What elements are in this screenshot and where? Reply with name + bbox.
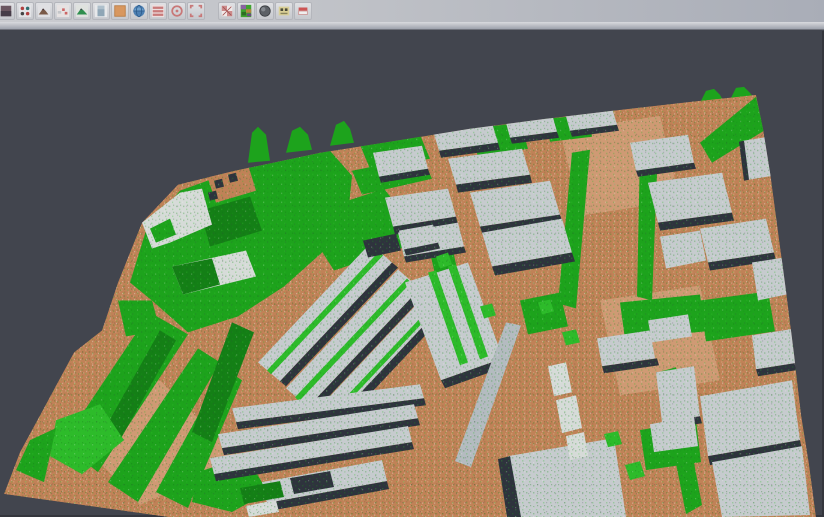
- point-cloud-scene: [0, 31, 824, 517]
- checker-view-icon: [220, 4, 234, 18]
- toolbar-button-ortho-image[interactable]: [111, 2, 129, 20]
- application-window: [0, 0, 824, 517]
- pick-points-icon: [18, 4, 32, 18]
- labels-view-icon: [277, 4, 291, 18]
- classification-view-icon: [239, 4, 253, 18]
- main-toolbar: [0, 0, 824, 22]
- settings-target-icon: [170, 4, 184, 18]
- toolbar-button-open-data[interactable]: [0, 2, 15, 20]
- toolbar-button-checker-view[interactable]: [218, 2, 236, 20]
- toolbar-button-point-markers[interactable]: [54, 2, 72, 20]
- toolbar-button-pick-points[interactable]: [16, 2, 34, 20]
- toolbar-icon-group: [0, 2, 312, 20]
- toolbar-button-terrain-model[interactable]: [73, 2, 91, 20]
- toolbar-button-render-sphere[interactable]: [256, 2, 274, 20]
- toolbar-button-globe-view[interactable]: [130, 2, 148, 20]
- open-data-icon: [0, 4, 13, 18]
- toolbar-button-classification-view[interactable]: [237, 2, 255, 20]
- toolbar-button-terrain-dem[interactable]: [35, 2, 53, 20]
- toolbar-button-flag-tool[interactable]: [294, 2, 312, 20]
- toolbar-lower-strip: [0, 22, 824, 30]
- zoom-extents-icon: [189, 4, 203, 18]
- pointcloud-noise-overlay: [0, 31, 824, 517]
- tree-bump-2: [286, 127, 312, 153]
- terrain-model-icon: [75, 4, 89, 18]
- terrain-dem-icon: [37, 4, 51, 18]
- toolbar-button-labels-view[interactable]: [275, 2, 293, 20]
- toolbar-button-zoom-extents[interactable]: [187, 2, 205, 20]
- toolbar-button-side-panel[interactable]: [92, 2, 110, 20]
- side-panel-icon: [94, 4, 108, 18]
- flag-tool-icon: [296, 4, 310, 18]
- tree-bump-3: [330, 121, 354, 146]
- layer-list-icon: [151, 4, 165, 18]
- toolbar-button-settings-target[interactable]: [168, 2, 186, 20]
- ortho-image-icon: [113, 4, 127, 18]
- render-sphere-icon: [258, 4, 272, 18]
- globe-view-icon: [132, 4, 146, 18]
- point-markers-icon: [56, 4, 70, 18]
- viewport-3d[interactable]: [0, 31, 824, 517]
- toolbar-button-layer-list[interactable]: [149, 2, 167, 20]
- tree-bump-1: [248, 127, 270, 163]
